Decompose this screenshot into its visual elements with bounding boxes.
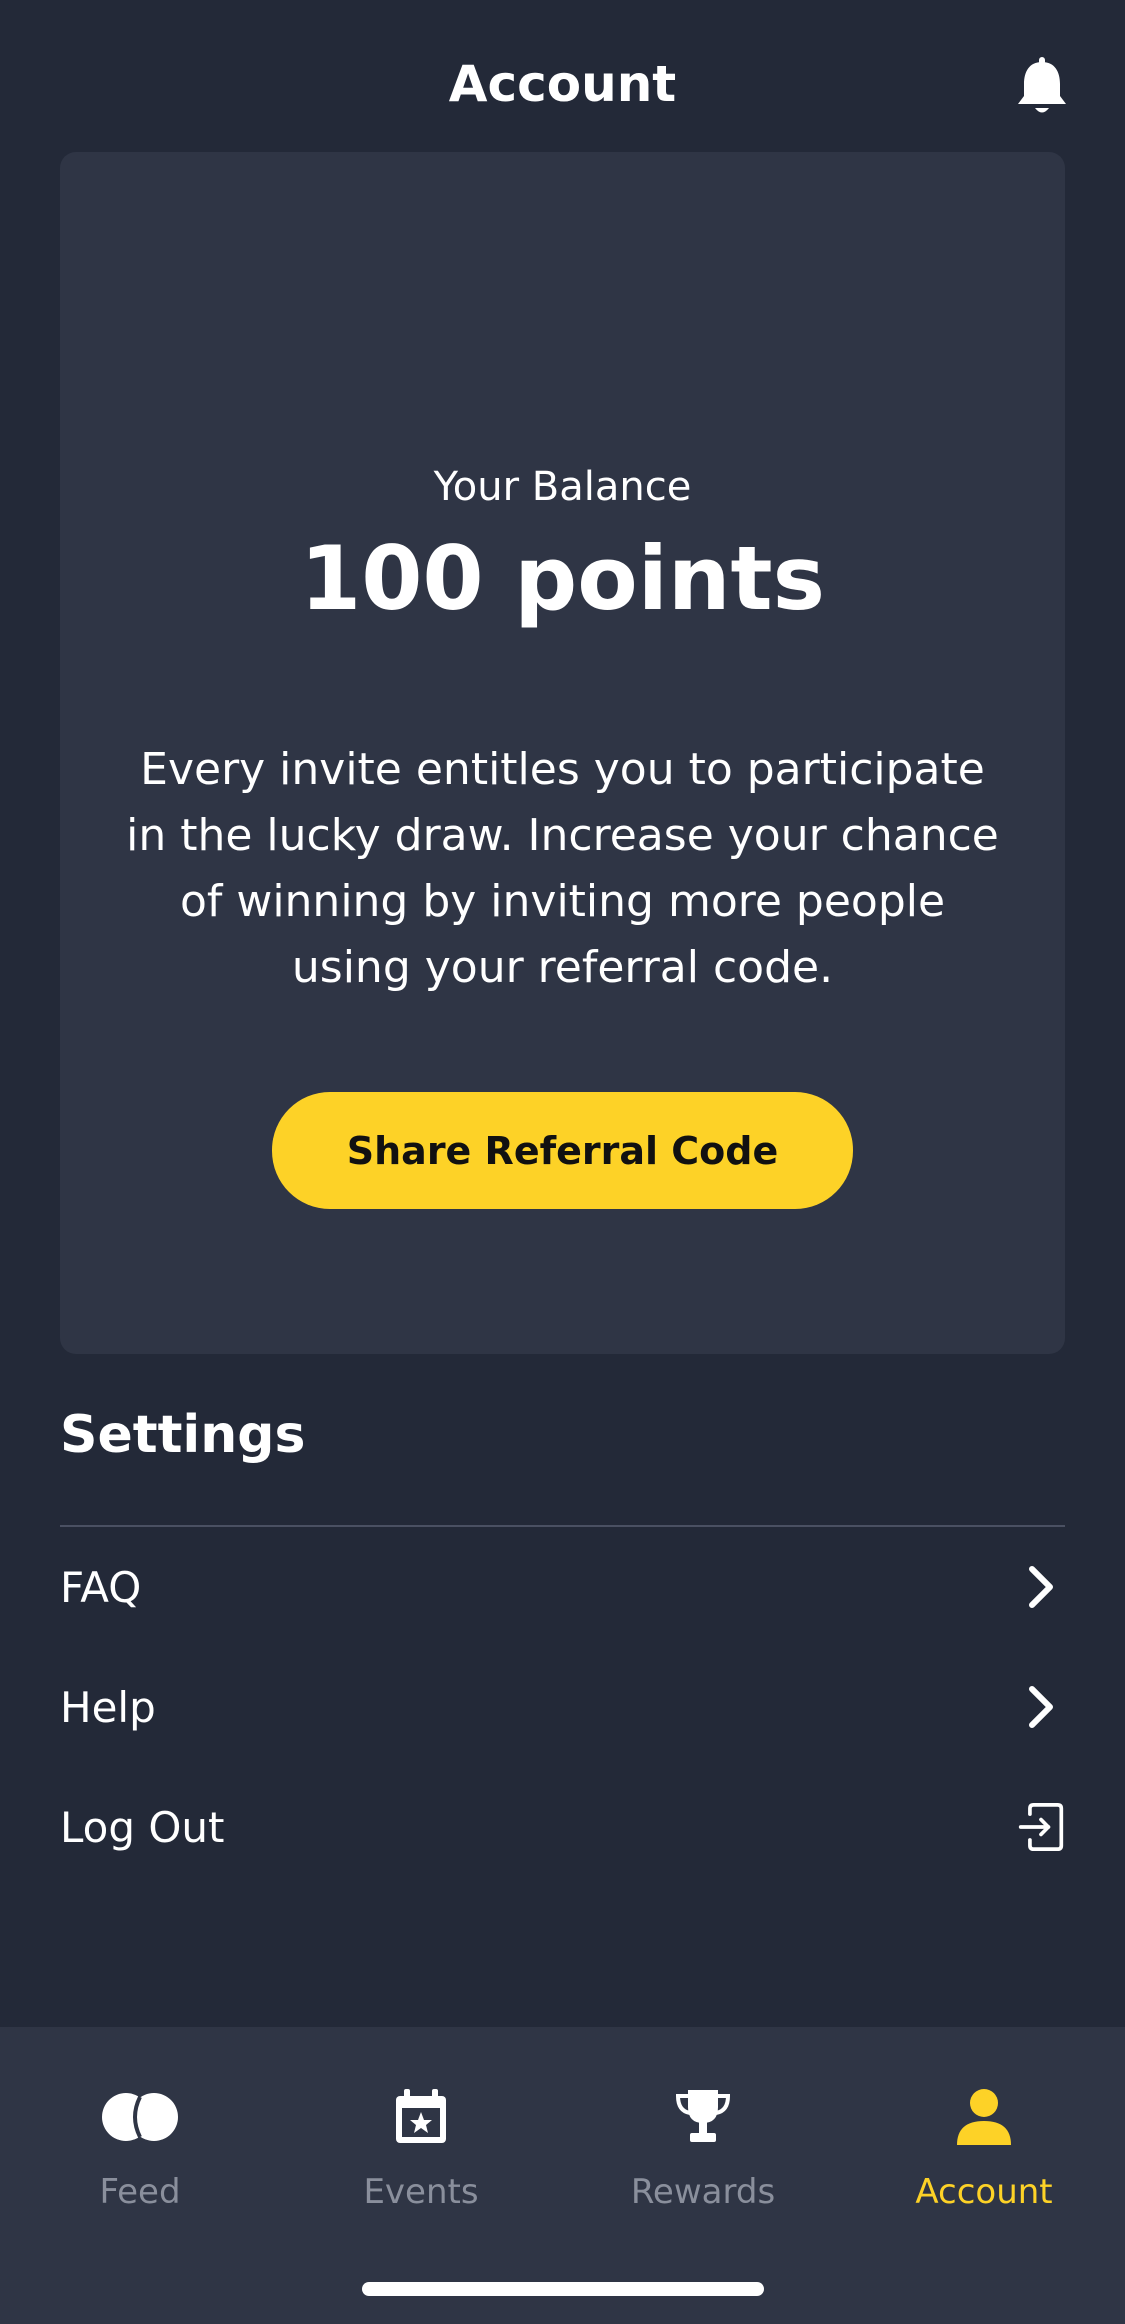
feed-icon	[15, 2082, 265, 2152]
trophy-icon	[578, 2082, 828, 2152]
settings-item-label: Log Out	[60, 1802, 225, 1852]
balance-description: Every invite entitles you to participate…	[126, 744, 999, 993]
nav-label: Events	[363, 2172, 479, 2212]
settings-item-log-out[interactable]: Log Out	[60, 1772, 1065, 1882]
balance-value: 100 points	[299, 527, 826, 630]
balance-label: Your Balance	[433, 464, 692, 510]
settings-item-help[interactable]: Help	[60, 1652, 1065, 1762]
settings-item-label: FAQ	[60, 1562, 142, 1612]
chevron-right-icon	[1017, 1679, 1065, 1735]
nav-item-account[interactable]: Account	[859, 2082, 1109, 2222]
share-referral-code-button[interactable]: Share Referral Code	[272, 1092, 853, 1209]
calendar-star-icon	[296, 2082, 546, 2152]
logout-icon	[1017, 1799, 1065, 1855]
nav-item-rewards[interactable]: Rewards	[578, 2082, 828, 2222]
bell-icon[interactable]	[1010, 55, 1074, 119]
nav-label: Feed	[99, 2172, 181, 2212]
user-icon	[859, 2082, 1109, 2152]
account-screen: Account Your Balance 100 points Every in…	[0, 0, 1125, 2324]
bottom-nav: Feed Events Rewards Account	[0, 2027, 1125, 2324]
settings-title: Settings	[60, 1405, 306, 1465]
nav-item-events[interactable]: Events	[296, 2082, 546, 2222]
home-indicator[interactable]	[362, 2282, 764, 2296]
nav-label: Rewards	[630, 2172, 776, 2212]
settings-item-faq[interactable]: FAQ	[60, 1532, 1065, 1642]
header: Account	[0, 0, 1125, 150]
divider	[60, 1525, 1065, 1527]
settings-item-label: Help	[60, 1682, 156, 1732]
balance-card: Your Balance 100 points Every invite ent…	[60, 152, 1065, 1354]
nav-item-feed[interactable]: Feed	[15, 2082, 265, 2222]
nav-label: Account	[915, 2172, 1053, 2212]
page-title: Account	[448, 55, 677, 113]
chevron-right-icon	[1017, 1559, 1065, 1615]
